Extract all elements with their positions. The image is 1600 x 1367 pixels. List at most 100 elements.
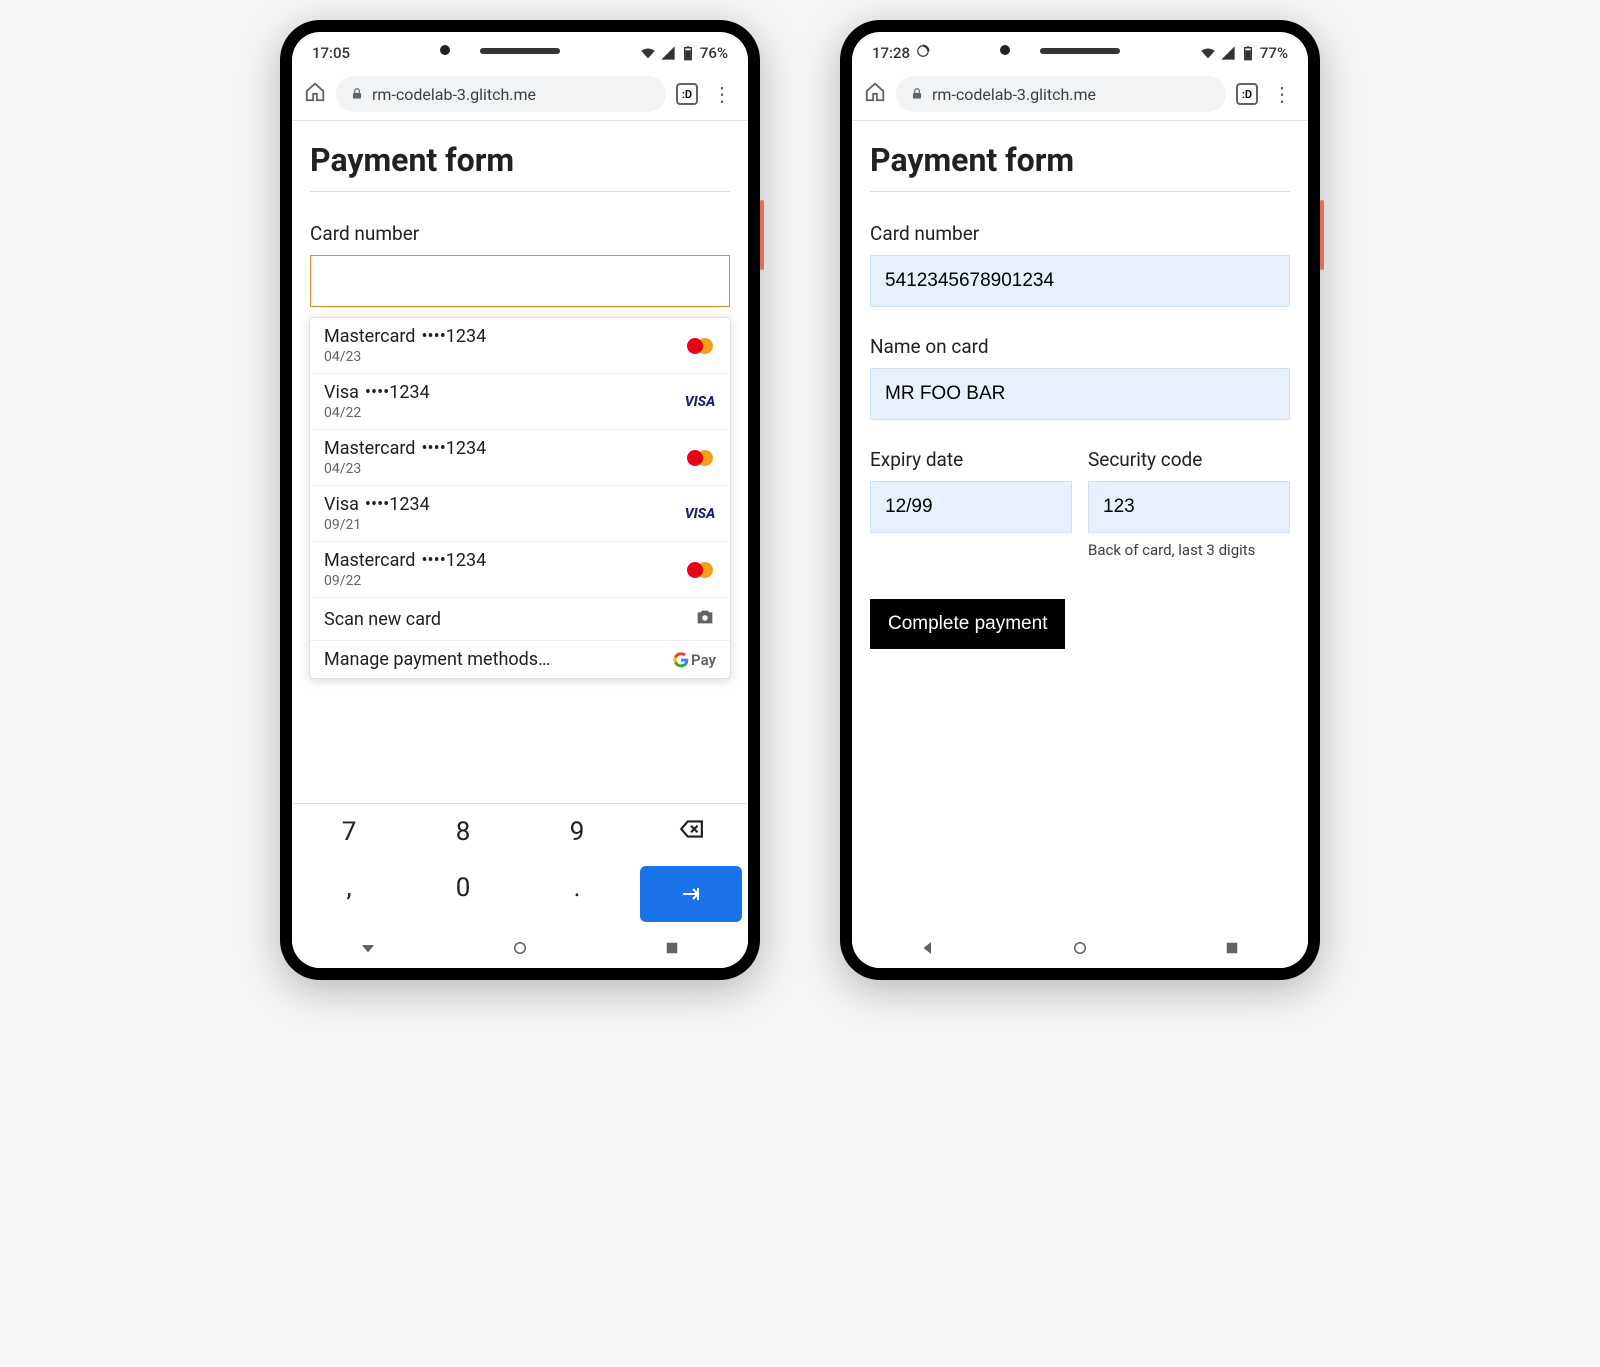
- card-brand: Mastercard: [324, 550, 415, 571]
- browser-toolbar: rm-codelab-3.glitch.me :D ⋮: [292, 68, 748, 121]
- card-brand: Visa: [324, 382, 359, 403]
- android-nav-bar: [292, 928, 748, 968]
- lock-icon: [350, 87, 364, 101]
- nav-recent-icon[interactable]: [663, 939, 681, 957]
- card-number-input[interactable]: [870, 255, 1290, 307]
- url-text: rm-codelab-3.glitch.me: [932, 85, 1096, 104]
- card-expiry: 04/22: [324, 405, 430, 421]
- cvc-label: Security code: [1088, 448, 1290, 471]
- signal-icon: [1220, 45, 1236, 61]
- wifi-icon: [640, 45, 656, 61]
- card-number-field: Card number: [870, 222, 1290, 307]
- card-brand: Mastercard: [324, 326, 415, 347]
- visa-icon: VISA: [684, 506, 716, 522]
- card-expiry: 04/23: [324, 461, 486, 477]
- android-nav-bar: [852, 928, 1308, 968]
- home-icon[interactable]: [304, 81, 326, 107]
- overflow-menu-icon[interactable]: ⋮: [708, 82, 736, 106]
- status-bar: 17:05 76%: [292, 38, 748, 68]
- manage-payment-option[interactable]: Manage payment methods… Pay: [310, 641, 730, 678]
- card-expiry: 04/23: [324, 349, 486, 365]
- key-period[interactable]: .: [520, 860, 634, 916]
- browser-toolbar: rm-codelab-3.glitch.me :D ⋮: [852, 68, 1308, 121]
- power-button: [760, 200, 764, 270]
- mastercard-icon: [684, 562, 716, 578]
- manage-payment-label: Manage payment methods…: [324, 649, 550, 670]
- cvc-field: Security code Back of card, last 3 digit…: [1088, 448, 1290, 559]
- expiry-label: Expiry date: [870, 448, 1072, 471]
- camera-icon: [694, 606, 716, 632]
- power-button: [1320, 200, 1324, 270]
- card-expiry: 09/22: [324, 573, 486, 589]
- card-brand: Mastercard: [324, 438, 415, 459]
- battery-icon: [680, 45, 696, 61]
- battery-icon: [1240, 45, 1256, 61]
- card-last4: ••••1234: [421, 326, 486, 347]
- home-icon[interactable]: [864, 81, 886, 107]
- nav-home-icon[interactable]: [511, 939, 529, 957]
- screen: 17:28 77% rm-codelab-3.glitch.me :D ⋮ Pa…: [852, 32, 1308, 968]
- autofill-card-option[interactable]: Visa ••••1234 09/21 VISA: [310, 486, 730, 542]
- address-bar[interactable]: rm-codelab-3.glitch.me: [896, 76, 1226, 112]
- key-8[interactable]: 8: [406, 804, 520, 860]
- battery-percent: 76%: [700, 44, 728, 62]
- autofill-card-option[interactable]: Visa ••••1234 04/22 VISA: [310, 374, 730, 430]
- signal-icon: [660, 45, 676, 61]
- cvc-hint: Back of card, last 3 digits: [1088, 541, 1290, 559]
- scan-card-label: Scan new card: [324, 609, 441, 630]
- submit-button[interactable]: Complete payment: [870, 599, 1065, 649]
- autofill-card-option[interactable]: Mastercard ••••1234 04/23: [310, 430, 730, 486]
- tab-switcher[interactable]: :D: [1236, 83, 1258, 105]
- key-7[interactable]: 7: [292, 804, 406, 860]
- battery-percent: 77%: [1260, 44, 1288, 62]
- page-title: Payment form: [310, 141, 730, 192]
- address-bar[interactable]: rm-codelab-3.glitch.me: [336, 76, 666, 112]
- phone-mockup-right: 17:28 77% rm-codelab-3.glitch.me :D ⋮ Pa…: [840, 20, 1320, 980]
- screen: 17:05 76% rm-codelab-3.glitch.me :D ⋮ Pa…: [292, 32, 748, 968]
- autofill-card-option[interactable]: Mastercard ••••1234 04/23: [310, 318, 730, 374]
- card-last4: ••••1234: [365, 382, 430, 403]
- key-0[interactable]: 0: [406, 860, 520, 916]
- phone-mockup-left: 17:05 76% rm-codelab-3.glitch.me :D ⋮ Pa…: [280, 20, 760, 980]
- status-icons: 77%: [1200, 44, 1288, 62]
- key-comma[interactable]: ,: [292, 860, 406, 916]
- tab-switcher[interactable]: :D: [676, 83, 698, 105]
- page-content: Payment form Card number Name on card Ex…: [852, 121, 1308, 928]
- cvc-input[interactable]: [1088, 481, 1290, 533]
- mastercard-icon: [684, 450, 716, 466]
- autofill-card-option[interactable]: Mastercard ••••1234 09/22: [310, 542, 730, 598]
- card-number-label: Card number: [870, 222, 1290, 245]
- status-bar: 17:28 77%: [852, 38, 1308, 68]
- name-input[interactable]: [870, 368, 1290, 420]
- nav-back-icon[interactable]: [359, 939, 377, 957]
- lock-icon: [910, 87, 924, 101]
- nav-recent-icon[interactable]: [1223, 939, 1241, 957]
- card-number-input[interactable]: [310, 255, 730, 307]
- card-expiry: 09/21: [324, 517, 430, 533]
- gpay-icon: Pay: [673, 651, 716, 669]
- card-last4: ••••1234: [421, 550, 486, 571]
- numeric-keyboard: 7 8 9 , 0 .: [292, 803, 748, 928]
- status-time: 17:28: [872, 44, 930, 62]
- wifi-icon: [1200, 45, 1216, 61]
- card-last4: ••••1234: [421, 438, 486, 459]
- card-number-field: Card number: [310, 222, 730, 307]
- autofill-dropdown: Mastercard ••••1234 04/23 Visa ••••1234 …: [309, 317, 731, 679]
- nav-back-icon[interactable]: [919, 939, 937, 957]
- scan-card-option[interactable]: Scan new card: [310, 598, 730, 641]
- page-title: Payment form: [870, 141, 1290, 192]
- status-icons: 76%: [640, 44, 728, 62]
- expiry-field: Expiry date: [870, 448, 1072, 559]
- mastercard-icon: [684, 338, 716, 354]
- key-enter[interactable]: [640, 866, 742, 922]
- nav-home-icon[interactable]: [1071, 939, 1089, 957]
- key-9[interactable]: 9: [520, 804, 634, 860]
- expiry-input[interactable]: [870, 481, 1072, 533]
- status-time: 17:05: [312, 44, 350, 62]
- overflow-menu-icon[interactable]: ⋮: [1268, 82, 1296, 106]
- name-field: Name on card: [870, 335, 1290, 420]
- name-label: Name on card: [870, 335, 1290, 358]
- card-brand: Visa: [324, 494, 359, 515]
- visa-icon: VISA: [684, 394, 716, 410]
- key-backspace[interactable]: [634, 804, 748, 860]
